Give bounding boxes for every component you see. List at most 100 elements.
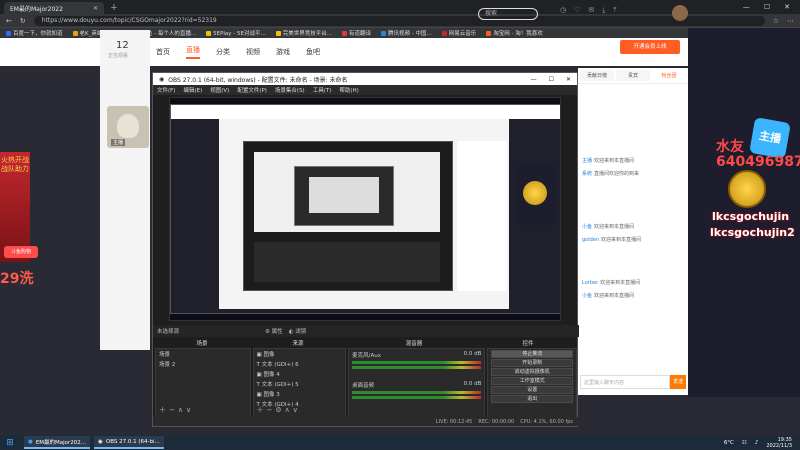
send-button[interactable]: 发送 [670, 375, 686, 389]
tab-vip[interactable]: 贵宾 [616, 70, 650, 81]
new-tab-icon[interactable]: ＋ [110, 2, 118, 13]
shop-button[interactable]: 斗鱼购物 [4, 246, 38, 258]
chat-message: Lorber 欢迎来到本直播间 [582, 280, 641, 286]
follow-icon[interactable]: ♡ [574, 6, 580, 15]
nav-live[interactable]: 直播 [186, 45, 200, 59]
site-search-input[interactable]: 搜索 [478, 8, 538, 20]
volume-slider[interactable] [352, 396, 482, 399]
chat-message: golden 欢迎来到本直播间 [582, 237, 642, 243]
no-source-label: 未选择源 [157, 329, 180, 335]
source-item[interactable]: T 文本 (GDI+) 5 [254, 379, 346, 389]
obs-menu-tools[interactable]: 工具(T) [313, 86, 332, 94]
stop-streaming-button[interactable]: 停止推流 [491, 350, 574, 358]
exit-button[interactable]: 退出 [491, 395, 574, 403]
tab-fans[interactable]: 粉丝团 [652, 70, 686, 81]
tab-contribution[interactable]: 贡献日榜 [580, 70, 614, 81]
source-item[interactable]: ▣ 图像 3 [254, 389, 346, 399]
taskbar-app-browser[interactable]: ● EM最的Major202... [24, 436, 91, 449]
obs-close-icon[interactable]: ✕ [566, 76, 571, 83]
dock-header-sources: 来源 [292, 341, 304, 347]
nested-docks [254, 242, 440, 282]
bookmark-item[interactable]: 网易云音乐 [441, 29, 476, 37]
chat-input[interactable]: 这里输入聊天内容 [580, 375, 670, 389]
minimize-icon[interactable]: — [743, 3, 750, 11]
obs-minimize-icon[interactable]: — [531, 76, 537, 83]
scene-item[interactable]: 场景 [156, 349, 250, 359]
chat-tabs: 贡献日榜 贵宾 粉丝团 [578, 68, 688, 84]
filters-button[interactable]: ◐ 滤镜 [289, 327, 307, 335]
volume-slider[interactable] [352, 366, 482, 369]
volume-meter[interactable] [352, 361, 482, 364]
bookmark-item[interactable]: 淘宝网 - 淘！我喜欢 [486, 29, 543, 37]
scene-item[interactable]: 场景 2 [156, 359, 250, 369]
chat-message: 小鱼 欢迎来到本直播间 [582, 293, 635, 299]
source-item[interactable]: ▣ 图像 [254, 349, 346, 359]
download-icon[interactable]: ⤓ [602, 6, 605, 15]
source-item[interactable]: T 文本 (GDI+) 6 [254, 359, 346, 369]
chat-message: 系统 直播间欢迎你的到来 [582, 171, 640, 177]
nested-header [171, 105, 560, 119]
clock[interactable]: 19:35 2022/11/3 [766, 437, 792, 449]
windows-start-icon[interactable]: ⊞ [0, 435, 20, 450]
obs-menu-scenes[interactable]: 场景集合(S) [275, 86, 305, 94]
start-recording-button[interactable]: 开始录制 [491, 359, 574, 367]
obs-window: ◉ OBS 27.0.1 (64-bit, windows) - 配置文件: 未… [152, 72, 579, 427]
obs-menu-edit[interactable]: 编辑(E) [183, 86, 202, 94]
settings-button[interactable]: 设置 [491, 386, 574, 394]
tab-close-icon[interactable]: ✕ [93, 5, 98, 12]
properties-button[interactable]: ⚙ 属性 [265, 327, 283, 335]
source-tools[interactable]: ＋−⚙∧∨ [257, 405, 301, 415]
overlay-name-1: lkcsgochujin [712, 210, 790, 223]
message-icon[interactable]: ✉ [588, 6, 594, 15]
vip-button[interactable]: 开通会员上线 [620, 40, 680, 54]
history-icon[interactable]: ◷ [560, 6, 566, 15]
obs-menu-view[interactable]: 视图(V) [210, 86, 229, 94]
obs-maximize-icon[interactable]: ☐ [549, 76, 554, 83]
nav-home[interactable]: 首页 [156, 47, 170, 57]
virtual-camera-button[interactable]: 启动虚拟摄像机 [491, 368, 574, 376]
upload-icon[interactable]: ⤒ [613, 6, 616, 15]
scene-tools[interactable]: ＋−∧∨ [159, 405, 194, 415]
nav-fishbar[interactable]: 鱼吧 [306, 47, 320, 57]
cpu-fps: CPU: 4.1%, 60.00 fps [520, 418, 573, 425]
chat-message: 主播 欢迎来到本直播间 [582, 158, 635, 164]
address-bar[interactable]: https://www.douyu.com/topic/CSGOmajor202… [33, 15, 765, 26]
nav-game[interactable]: 游戏 [276, 47, 290, 57]
taskbar-app-obs[interactable]: ◉ OBS 27.0.1 (64-bi... [94, 436, 164, 449]
menu-icon[interactable]: ⋯ [787, 17, 794, 25]
studio-mode-button[interactable]: 工作室模式 [491, 377, 574, 385]
streamer-tag: 主播 [111, 139, 126, 146]
controls-dock: 停止推流 开始录制 启动虚拟摄像机 工作室模式 设置 退出 [487, 348, 578, 418]
network-icon[interactable]: ☷ [742, 440, 747, 446]
bookmark-item[interactable]: 百度一下，你就知道 [6, 29, 63, 37]
bookmark-item[interactable]: 完美世界竞技平台... [275, 29, 332, 37]
nested-medal-icon [523, 181, 547, 205]
refresh-icon[interactable]: ↻ [20, 17, 26, 25]
obs-menu-profile[interactable]: 配置文件(P) [237, 86, 267, 94]
star-icon[interactable]: ☆ [773, 17, 779, 25]
header-icons: ◷ ♡ ✉ ⤓ ⤒ [560, 6, 616, 15]
maximize-icon[interactable]: ☐ [764, 3, 770, 11]
obs-menu-help[interactable]: 帮助(H) [339, 86, 358, 94]
volume-icon[interactable]: ♪ [755, 440, 759, 446]
browser-tab[interactable]: EM最的Major2022 ✕ [4, 2, 104, 14]
window-controls: — ☐ ✕ [743, 3, 800, 11]
source-item[interactable]: ▣ 图像 4 [254, 369, 346, 379]
overlay-viewer-id: 640496987 [716, 154, 800, 170]
obs-menu-file[interactable]: 文件(F) [157, 86, 175, 94]
bookmark-item[interactable]: 有道翻译 [342, 29, 371, 37]
bookmark-item[interactable]: 腾讯视频 - 中国... [381, 29, 432, 37]
obs-title-text: OBS 27.0.1 (64-bit, windows) - 配置文件: 未命名… [168, 76, 348, 84]
bookmark-item[interactable]: 5EPlay - 5E对战平... [206, 29, 266, 37]
user-avatar[interactable] [672, 5, 688, 21]
obs-preview[interactable] [169, 97, 561, 321]
close-window-icon[interactable]: ✕ [784, 3, 790, 11]
back-icon[interactable]: ← [6, 17, 12, 25]
nav-video[interactable]: 视频 [246, 47, 260, 57]
obs-titlebar: ◉ OBS 27.0.1 (64-bit, windows) - 配置文件: 未… [153, 73, 577, 85]
nav-category[interactable]: 分类 [216, 47, 230, 57]
weather-label[interactable]: 6°C [724, 440, 734, 446]
streamer-avatar[interactable]: 主播 [107, 106, 149, 148]
volume-meter[interactable] [352, 391, 482, 394]
obs-app-icon: ◉ [98, 438, 103, 445]
